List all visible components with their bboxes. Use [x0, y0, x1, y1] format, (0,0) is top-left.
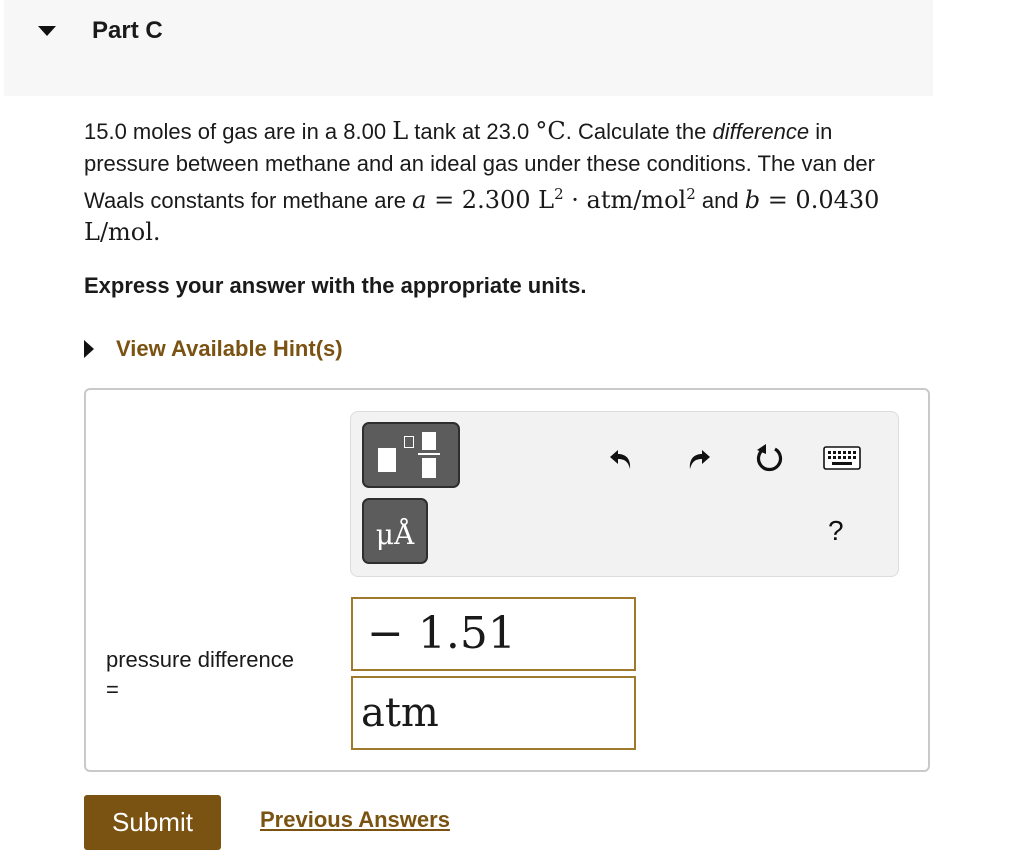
template-fraction-bar-icon: [418, 453, 440, 455]
submit-button[interactable]: Submit: [84, 795, 221, 850]
redo-icon[interactable]: [680, 440, 716, 476]
template-block-icon: [378, 448, 396, 472]
templates-button[interactable]: [362, 422, 460, 488]
question-segment: . Calculate the: [565, 119, 713, 144]
a-symbol: a: [412, 186, 427, 214]
a-unit: · atm/mol: [563, 186, 687, 214]
question-text: 15.0 moles of gas are in a 8.00 L tank a…: [84, 116, 904, 248]
constant-a-expression: a = 2.300 L2 · atm/mol2: [412, 185, 696, 214]
part-title: Part C: [92, 17, 163, 44]
question-segment: tank at 23.0: [408, 119, 536, 144]
question-segment: and: [695, 188, 745, 213]
view-hints-link[interactable]: View Available Hint(s): [116, 336, 343, 362]
help-icon[interactable]: ?: [828, 515, 844, 547]
units-button[interactable]: μÅ: [362, 498, 428, 564]
a-value: = 2.300 L: [426, 186, 555, 214]
reset-icon[interactable]: [751, 440, 787, 476]
unit-liters: L: [392, 117, 409, 145]
unit-celsius: °C: [535, 117, 566, 145]
template-fraction-denominator-icon: [422, 458, 436, 478]
previous-answers-link[interactable]: Previous Answers: [260, 807, 450, 833]
unit-input[interactable]: atm: [351, 676, 636, 750]
collapse-caret-icon[interactable]: [38, 26, 56, 36]
part-header[interactable]: Part C: [4, 0, 933, 96]
answer-label-text: pressure difference: [106, 647, 294, 672]
instruction-text: Express your answer with the appropriate…: [84, 273, 587, 298]
undo-icon[interactable]: [604, 440, 640, 476]
hint-toggle[interactable]: View Available Hint(s): [84, 334, 343, 364]
a-exponent: 2: [554, 185, 564, 203]
b-symbol: b: [744, 186, 761, 214]
a-unit-exponent: 2: [686, 185, 696, 203]
template-fraction-numerator-icon: [422, 432, 436, 450]
value-input[interactable]: − 1.51: [351, 597, 636, 671]
keyboard-icon[interactable]: [822, 440, 862, 476]
answer-label: pressure difference =: [106, 645, 294, 705]
expand-caret-icon[interactable]: [84, 340, 94, 358]
question-segment: 15.0 moles of gas are in a 8.00: [84, 119, 393, 144]
template-superscript-icon: [404, 436, 414, 448]
emphasis-difference: difference: [712, 119, 810, 144]
equals-sign: =: [106, 677, 119, 702]
